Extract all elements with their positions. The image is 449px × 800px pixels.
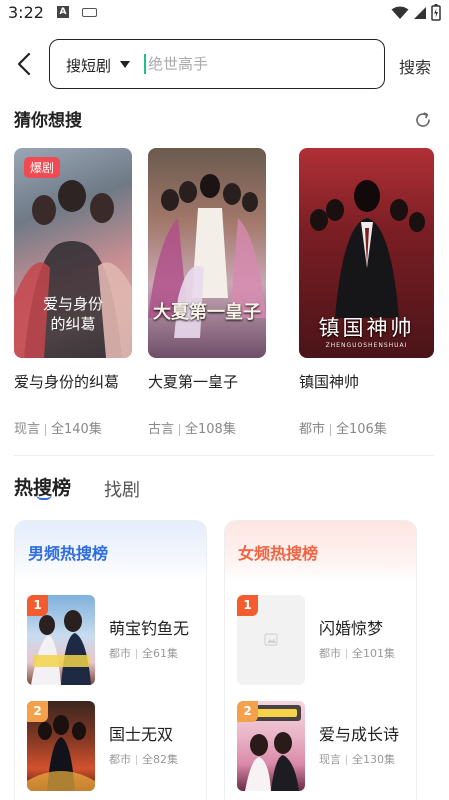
ranking-episodes: 全82集: [142, 753, 178, 766]
drama-meta: 现言 全140集: [14, 418, 102, 437]
female-ranking-panel: 女频热搜榜 1 闪婚惊梦 都市 全101集 2 爱与成长诗 现言 全130集: [224, 520, 417, 800]
rank-number-badge: 2: [27, 701, 48, 722]
search-category-dropdown[interactable]: 搜短剧: [66, 55, 111, 76]
guess-section-title: 猜你想搜: [14, 111, 82, 131]
drama-poster[interactable]: 爆剧 爱与身份的纠葛: [14, 148, 132, 358]
ranking-item-meta: 都市 全82集: [109, 751, 178, 767]
drama-card[interactable]: 大夏第一皇子 大夏第一皇子 古言 全108集: [148, 148, 266, 437]
ranking-genre: 都市: [109, 753, 131, 766]
status-time: 3:22: [8, 3, 44, 22]
chevron-left-icon: [17, 52, 31, 76]
male-ranking-panel: 男频热搜榜 1 萌宝钓鱼无 都市 全61集 2 国士无双 都市 全82集: [14, 520, 207, 800]
status-bar: 3:22 A: [0, 0, 449, 26]
ranking-genre: 都市: [319, 647, 341, 660]
male-ranking-title[interactable]: 男频热搜榜: [28, 540, 108, 564]
ranking-genre: 都市: [109, 647, 131, 660]
ranking-item-meta: 都市 全101集: [319, 645, 395, 661]
ranking-item[interactable]: 1 萌宝钓鱼无 都市 全61集: [27, 595, 202, 685]
ranking-thumbnail[interactable]: 2: [237, 701, 305, 791]
drama-card[interactable]: 镇国神帅 ZHENGUOSHENSHUAI 镇国神帅 都市 全106集: [299, 148, 434, 437]
rank-number-badge: 1: [237, 595, 258, 616]
ranking-thumbnail[interactable]: 1: [237, 595, 305, 685]
ranking-item-meta: 都市 全61集: [109, 645, 178, 661]
caret-down-icon[interactable]: [120, 61, 130, 68]
drama-episodes: 全108集: [185, 422, 236, 437]
poster-title-text: 大夏第一皇子: [153, 302, 261, 323]
ranking-episodes: 全61集: [142, 647, 178, 660]
drama-title[interactable]: 爱与身份的纠葛: [14, 371, 119, 392]
poster-title-text: 镇国神帅: [318, 316, 415, 340]
drama-genre: 都市: [299, 422, 326, 437]
tab-find-drama[interactable]: 找剧: [104, 476, 140, 502]
wifi-icon: [391, 6, 409, 19]
ranking-item-meta: 现言 全130集: [319, 751, 395, 767]
drama-title[interactable]: 镇国神帅: [299, 371, 359, 392]
drama-poster[interactable]: 大夏第一皇子: [148, 148, 266, 358]
ranking-item[interactable]: 2 国士无双 都市 全82集: [27, 701, 202, 791]
keyboard-icon: [82, 8, 97, 17]
search-button[interactable]: 搜索: [399, 54, 431, 78]
ranking-thumbnail[interactable]: 1: [27, 595, 95, 685]
ranking-episodes: 全130集: [352, 753, 395, 766]
drama-title[interactable]: 大夏第一皇子: [148, 371, 238, 392]
drama-poster[interactable]: 镇国神帅 ZHENGUOSHENSHUAI: [299, 148, 434, 358]
refresh-icon[interactable]: [414, 111, 432, 129]
search-box: 搜短剧: [49, 39, 385, 89]
text-cursor: [144, 54, 146, 74]
battery-icon: [431, 4, 441, 21]
ranking-item-name[interactable]: 爱与成长诗: [319, 721, 399, 745]
poster-subtitle-text: ZHENGUOSHENSHUAI: [325, 342, 408, 349]
ranking-episodes: 全101集: [352, 647, 395, 660]
signal-icon: [414, 6, 426, 19]
ranking-item-name[interactable]: 闪婚惊梦: [319, 615, 383, 639]
drama-meta: 都市 全106集: [299, 418, 387, 437]
ranking-item[interactable]: 1 闪婚惊梦 都市 全101集: [237, 595, 412, 685]
hot-badge: 爆剧: [24, 157, 61, 178]
female-ranking-title[interactable]: 女频热搜榜: [238, 540, 318, 564]
ranking-item-name[interactable]: 国士无双: [109, 721, 173, 745]
rank-number-badge: 1: [27, 595, 48, 616]
ranking-item-name[interactable]: 萌宝钓鱼无: [109, 615, 189, 639]
search-input[interactable]: [148, 52, 368, 76]
poster-art: [148, 174, 266, 338]
notification-a-icon: A: [57, 6, 69, 18]
drama-meta: 古言 全108集: [148, 418, 236, 437]
drama-genre: 古言: [148, 422, 175, 437]
ranking-item[interactable]: 2 爱与成长诗 现言 全130集: [237, 701, 412, 791]
rank-number-badge: 2: [237, 701, 258, 722]
back-button[interactable]: [14, 52, 36, 76]
ranking-genre: 现言: [319, 753, 341, 766]
drama-episodes: 全106集: [336, 422, 387, 437]
section-divider: [14, 455, 434, 456]
drama-episodes: 全140集: [51, 422, 102, 437]
drama-genre: 现言: [14, 422, 41, 437]
poster-title-text: 爱与身份的纠葛: [42, 295, 103, 333]
drama-card[interactable]: 爆剧 爱与身份的纠葛 爱与身份的纠葛 现言 全140集: [14, 148, 132, 437]
ranking-thumbnail[interactable]: 2: [27, 701, 95, 791]
